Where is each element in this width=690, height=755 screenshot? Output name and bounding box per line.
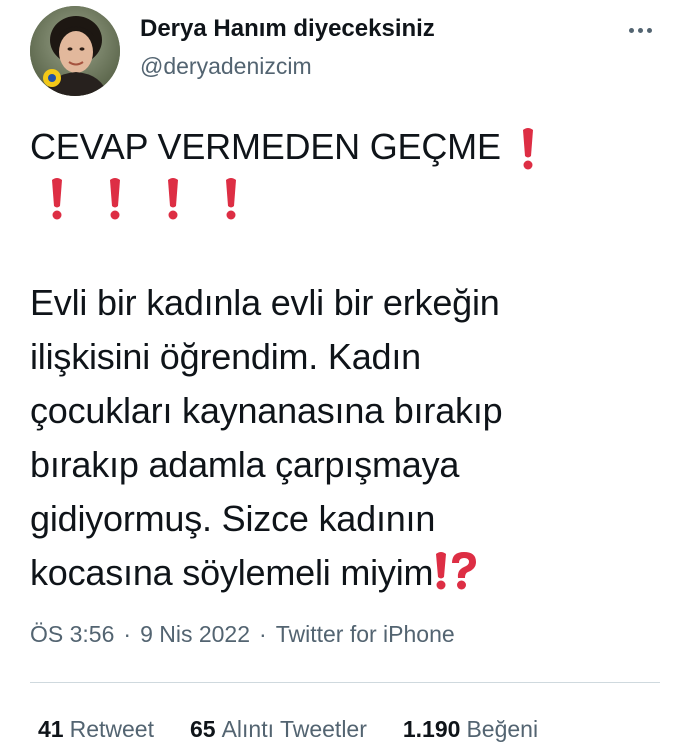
heavy-exclamation-mark-icon	[108, 176, 122, 222]
tweet-headline-text: CEVAP VERMEDEN GEÇME	[30, 126, 501, 167]
author-display-name[interactable]: Derya Hanım diyeceksiniz	[140, 15, 435, 43]
tweet-headline: CEVAP VERMEDEN GEÇME	[30, 120, 670, 174]
heavy-exclamation-mark-icon	[224, 176, 238, 222]
heavy-exclamation-mark-icon	[521, 126, 535, 172]
tweet-body-line: Evli bir kadınla evli bir erkeğin	[30, 282, 500, 323]
tweet-body-last-line: kocasına söylemeli miyim	[30, 546, 670, 600]
tweet-body-line: ilişkisini öğrendim. Kadın	[30, 336, 421, 377]
quotes-stat[interactable]: 65 Alıntı Tweetler	[190, 714, 367, 744]
likes-stat[interactable]: 1.190 Beğeni	[403, 714, 538, 744]
more-horizontal-icon	[628, 27, 634, 33]
author-handle[interactable]: @deryadenizcim	[140, 52, 312, 80]
heavy-exclamation-mark-icon	[166, 176, 180, 222]
avatar-photo	[30, 6, 120, 96]
retweets-count: 41	[38, 716, 64, 742]
tweet-body-line: bırakıp adamla çarpışmaya	[30, 444, 460, 485]
more-horizontal-icon	[646, 27, 652, 33]
tweet-body: Evli bir kadınla evli bir erkeğin ilişki…	[30, 276, 670, 600]
more-horizontal-icon	[637, 27, 643, 33]
tweet-card: Derya Hanım diyeceksiniz @deryadenizcim …	[0, 0, 690, 755]
heavy-exclamation-mark-icon	[50, 176, 64, 222]
tweet-meta: ÖS 3:56 · 9 Nis 2022 · Twitter for iPhone	[30, 620, 455, 648]
tweet-date[interactable]: 9 Nis 2022	[140, 621, 250, 647]
tweet-source[interactable]: Twitter for iPhone	[276, 621, 455, 647]
avatar[interactable]	[30, 6, 120, 96]
divider	[30, 682, 660, 683]
quotes-label: Alıntı Tweetler	[221, 716, 367, 742]
tweet-body-line: çocukları kaynanasına bırakıp	[30, 390, 503, 431]
tweet-body-line: gidiyormuş. Sizce kadının	[30, 498, 436, 539]
retweets-label: Retweet	[69, 716, 154, 742]
tweet-stats: 41 Retweet 65 Alıntı Tweetler 1.190 Beğeni	[38, 714, 538, 744]
meta-separator: ·	[123, 621, 132, 647]
likes-label: Beğeni	[466, 716, 539, 742]
retweets-stat[interactable]: 41 Retweet	[38, 714, 154, 744]
meta-separator: ·	[259, 621, 267, 647]
likes-count: 1.190	[402, 716, 461, 742]
quotes-count: 65	[189, 716, 216, 742]
tweet-body-line: kocasına söylemeli miyim	[30, 552, 434, 593]
more-options-button[interactable]	[618, 20, 662, 40]
tweet-time[interactable]: ÖS 3:56	[30, 621, 114, 647]
exclamation-row	[50, 176, 290, 222]
exclamation-question-mark-icon	[433, 551, 479, 591]
